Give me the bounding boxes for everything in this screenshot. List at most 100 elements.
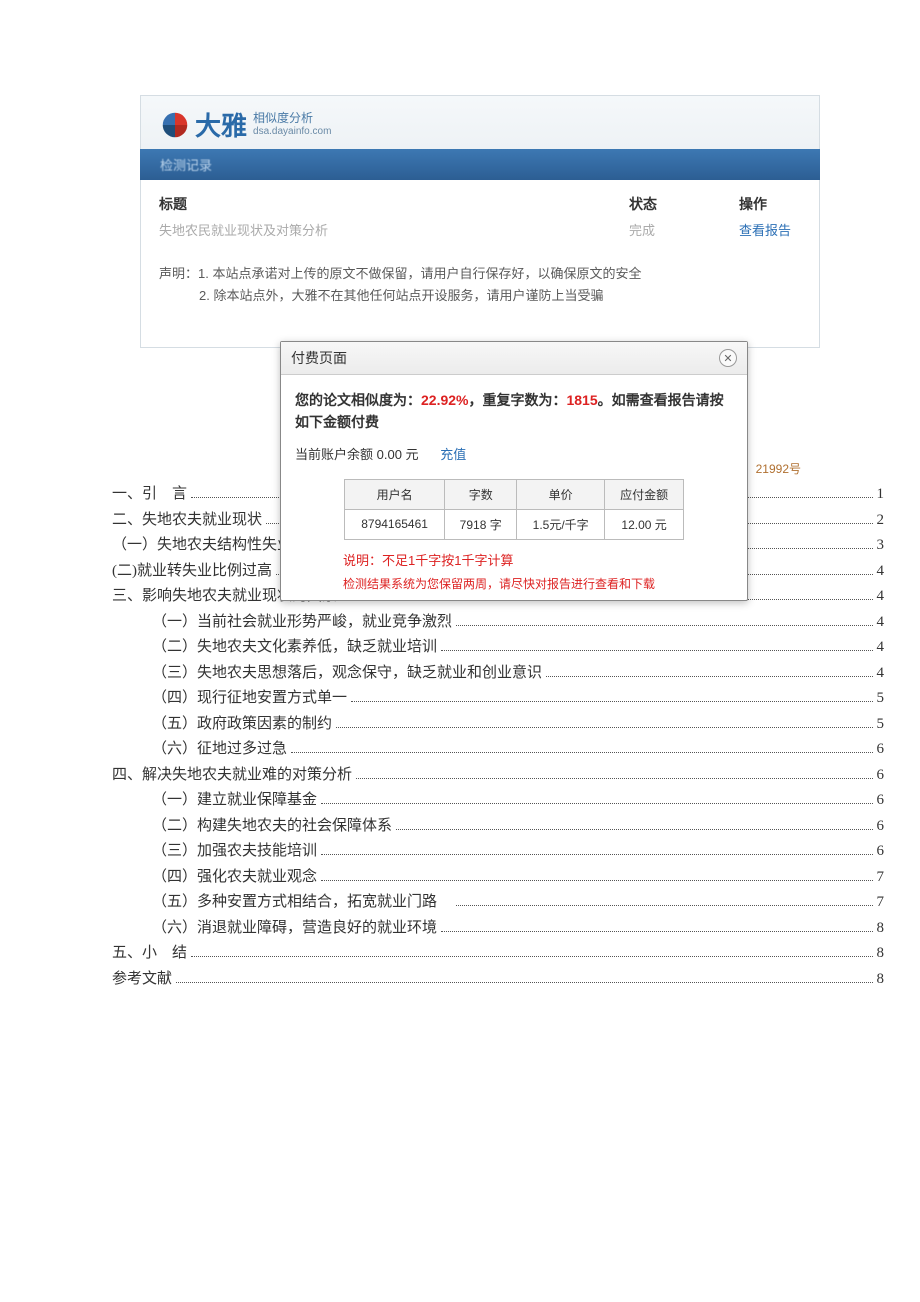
modal-head: 付费页面 ✕ — [281, 342, 747, 375]
toc-label: （二）失地农夫文化素养低，缺乏就业培训 — [112, 635, 437, 661]
toc-page: 4 — [877, 559, 885, 585]
toc-label: （三）加强农夫技能培训 — [112, 839, 317, 865]
modal-body: 您的论文相似度为：22.92%，重复字数为：1815。如需查看报告请按如下金额付… — [281, 375, 747, 600]
nav-item-records[interactable]: 检测记录 — [160, 158, 212, 173]
th-user: 用户名 — [345, 479, 445, 509]
th-words: 字数 — [445, 479, 517, 509]
toc-page: 3 — [877, 533, 885, 559]
toc-row: 四、解决失地农夫就业难的对策分析 6 — [112, 763, 884, 789]
toc-row: （五）多种安置方式相结合，拓宽就业门路 7 — [112, 890, 884, 916]
toc-row: （六）征地过多过急 6 — [112, 737, 884, 763]
balance-value: 0.00 元 — [377, 447, 419, 462]
toc-page: 8 — [877, 967, 885, 993]
toc-row: （一）当前社会就业形势严峻，就业竞争激烈 4 — [112, 610, 884, 636]
brand-sub: 相似度分析 — [253, 112, 331, 125]
result-prefix: 您的论文相似度为： — [295, 392, 421, 408]
col-title: 标题 — [159, 194, 629, 214]
toc-page: 5 — [877, 712, 885, 738]
toc-dots — [321, 870, 872, 881]
logo-row: 大雅 相似度分析 dsa.dayainfo.com — [161, 106, 799, 143]
toc-dots — [546, 666, 872, 677]
toc-page: 1 — [877, 482, 885, 508]
toc-page: 6 — [877, 839, 885, 865]
toc-dots — [356, 768, 872, 779]
toc-dots — [336, 717, 872, 728]
similarity-value: 22.92% — [421, 392, 468, 408]
result-mid: ，重复字数为： — [468, 392, 566, 408]
footer-hint: 21992号 — [756, 460, 801, 477]
payment-modal: 付费页面 ✕ 您的论文相似度为：22.92%，重复字数为：1815。如需查看报告… — [280, 341, 748, 601]
toc-row: （二）构建失地农夫的社会保障体系6 — [112, 814, 884, 840]
toc-label: 参考文献 — [112, 967, 172, 993]
toc-page: 6 — [877, 788, 885, 814]
toc-label: （一）建立就业保障基金 — [112, 788, 317, 814]
toc-page: 4 — [877, 635, 885, 661]
balance-label: 当前账户余额 — [295, 447, 373, 462]
statement-line2: 2. 除本站点外，大雅不在其他任何站点开设服务，请用户谨防上当受骗 — [159, 285, 801, 307]
logo-icon — [161, 111, 189, 139]
toc-page: 7 — [877, 890, 885, 916]
toc-dots — [351, 692, 872, 703]
list-row: 失地农民就业现状及对策分析 完成 查看报告 — [159, 220, 801, 239]
toc-row: 五、小 结 8 — [112, 941, 884, 967]
toc-row: （五）政府政策因素的制约5 — [112, 712, 884, 738]
modal-title: 付费页面 — [291, 348, 347, 368]
toc-page: 5 — [877, 686, 885, 712]
toc-label: （三）失地农夫思想落后，观念保守，缺乏就业和创业意识 — [112, 661, 542, 687]
statement: 声明：1. 本站点承诺对上传的原文不做保留，请用户自行保存好，以确保原文的安全 … — [159, 263, 801, 307]
toc-dots — [321, 794, 872, 805]
toc-dots — [191, 947, 872, 958]
close-icon[interactable]: ✕ — [719, 349, 737, 367]
pay-table: 用户名 字数 单价 应付金额 8794165461 7918 字 1.5元/千字… — [344, 479, 684, 540]
toc-row: （三）加强农夫技能培训 6 — [112, 839, 884, 865]
toc-page: 6 — [877, 814, 885, 840]
list-header: 标题 状态 操作 — [159, 194, 801, 214]
td-amount: 12.00 元 — [605, 509, 684, 539]
toc-page: 6 — [877, 763, 885, 789]
recharge-link[interactable]: 充值 — [440, 447, 466, 462]
th-amount: 应付金额 — [605, 479, 684, 509]
dup-words-value: 1815 — [566, 392, 597, 408]
toc-dots — [396, 819, 872, 830]
td-price: 1.5元/千字 — [517, 509, 605, 539]
row-status: 完成 — [629, 220, 739, 239]
toc-dots — [456, 615, 872, 626]
toc-label: （六）征地过多过急 — [112, 737, 287, 763]
brand-sub-wrap: 相似度分析 dsa.dayainfo.com — [253, 112, 331, 136]
toc-label: （一）当前社会就业形势严峻，就业竞争激烈 — [112, 610, 452, 636]
toc-label: 一、引 言 — [112, 482, 187, 508]
toc-label: (二)就业转失业比例过高 — [112, 559, 272, 585]
toc-dots — [321, 845, 872, 856]
nav-bar: 检测记录 — [140, 149, 820, 180]
toc-label: （四）现行征地安置方式单一 — [112, 686, 347, 712]
note-line: 说明：不足1千字按1千字计算 — [343, 550, 733, 569]
toc-page: 8 — [877, 941, 885, 967]
toc-label: （六）消退就业障碍，营造良好的就业环境 — [112, 916, 437, 942]
toc-label: 五、小 结 — [112, 941, 187, 967]
app-header: 大雅 相似度分析 dsa.dayainfo.com — [140, 95, 820, 149]
toc-dots — [441, 641, 872, 652]
toc-row: （一）建立就业保障基金 6 — [112, 788, 884, 814]
toc-label: 四、解决失地农夫就业难的对策分析 — [112, 763, 352, 789]
toc-dots — [176, 972, 872, 983]
td-user: 8794165461 — [345, 509, 445, 539]
th-price: 单价 — [517, 479, 605, 509]
toc-page: 8 — [877, 916, 885, 942]
statement-line1: 声明：1. 本站点承诺对上传的原文不做保留，请用户自行保存好，以确保原文的安全 — [159, 266, 641, 281]
toc-page: 7 — [877, 865, 885, 891]
toc-page: 4 — [877, 584, 885, 610]
brand-url: dsa.dayainfo.com — [253, 126, 331, 137]
brand-name: 大雅 — [195, 106, 247, 143]
toc-page: 4 — [877, 661, 885, 687]
toc-label: （五）多种安置方式相结合，拓宽就业门路 — [112, 890, 452, 916]
toc-page: 4 — [877, 610, 885, 636]
toc-dots — [456, 896, 872, 907]
toc-page: 2 — [877, 508, 885, 534]
content-area: 标题 状态 操作 失地农民就业现状及对策分析 完成 查看报告 声明：1. 本站点… — [140, 180, 820, 348]
view-report-link[interactable]: 查看报告 — [739, 220, 801, 239]
balance-line: 当前账户余额 0.00 元 充值 — [295, 444, 733, 463]
toc-label: 二、失地农夫就业现状 — [112, 508, 262, 534]
toc-page: 6 — [877, 737, 885, 763]
td-words: 7918 字 — [445, 509, 517, 539]
toc-row: 参考文献 8 — [112, 967, 884, 993]
